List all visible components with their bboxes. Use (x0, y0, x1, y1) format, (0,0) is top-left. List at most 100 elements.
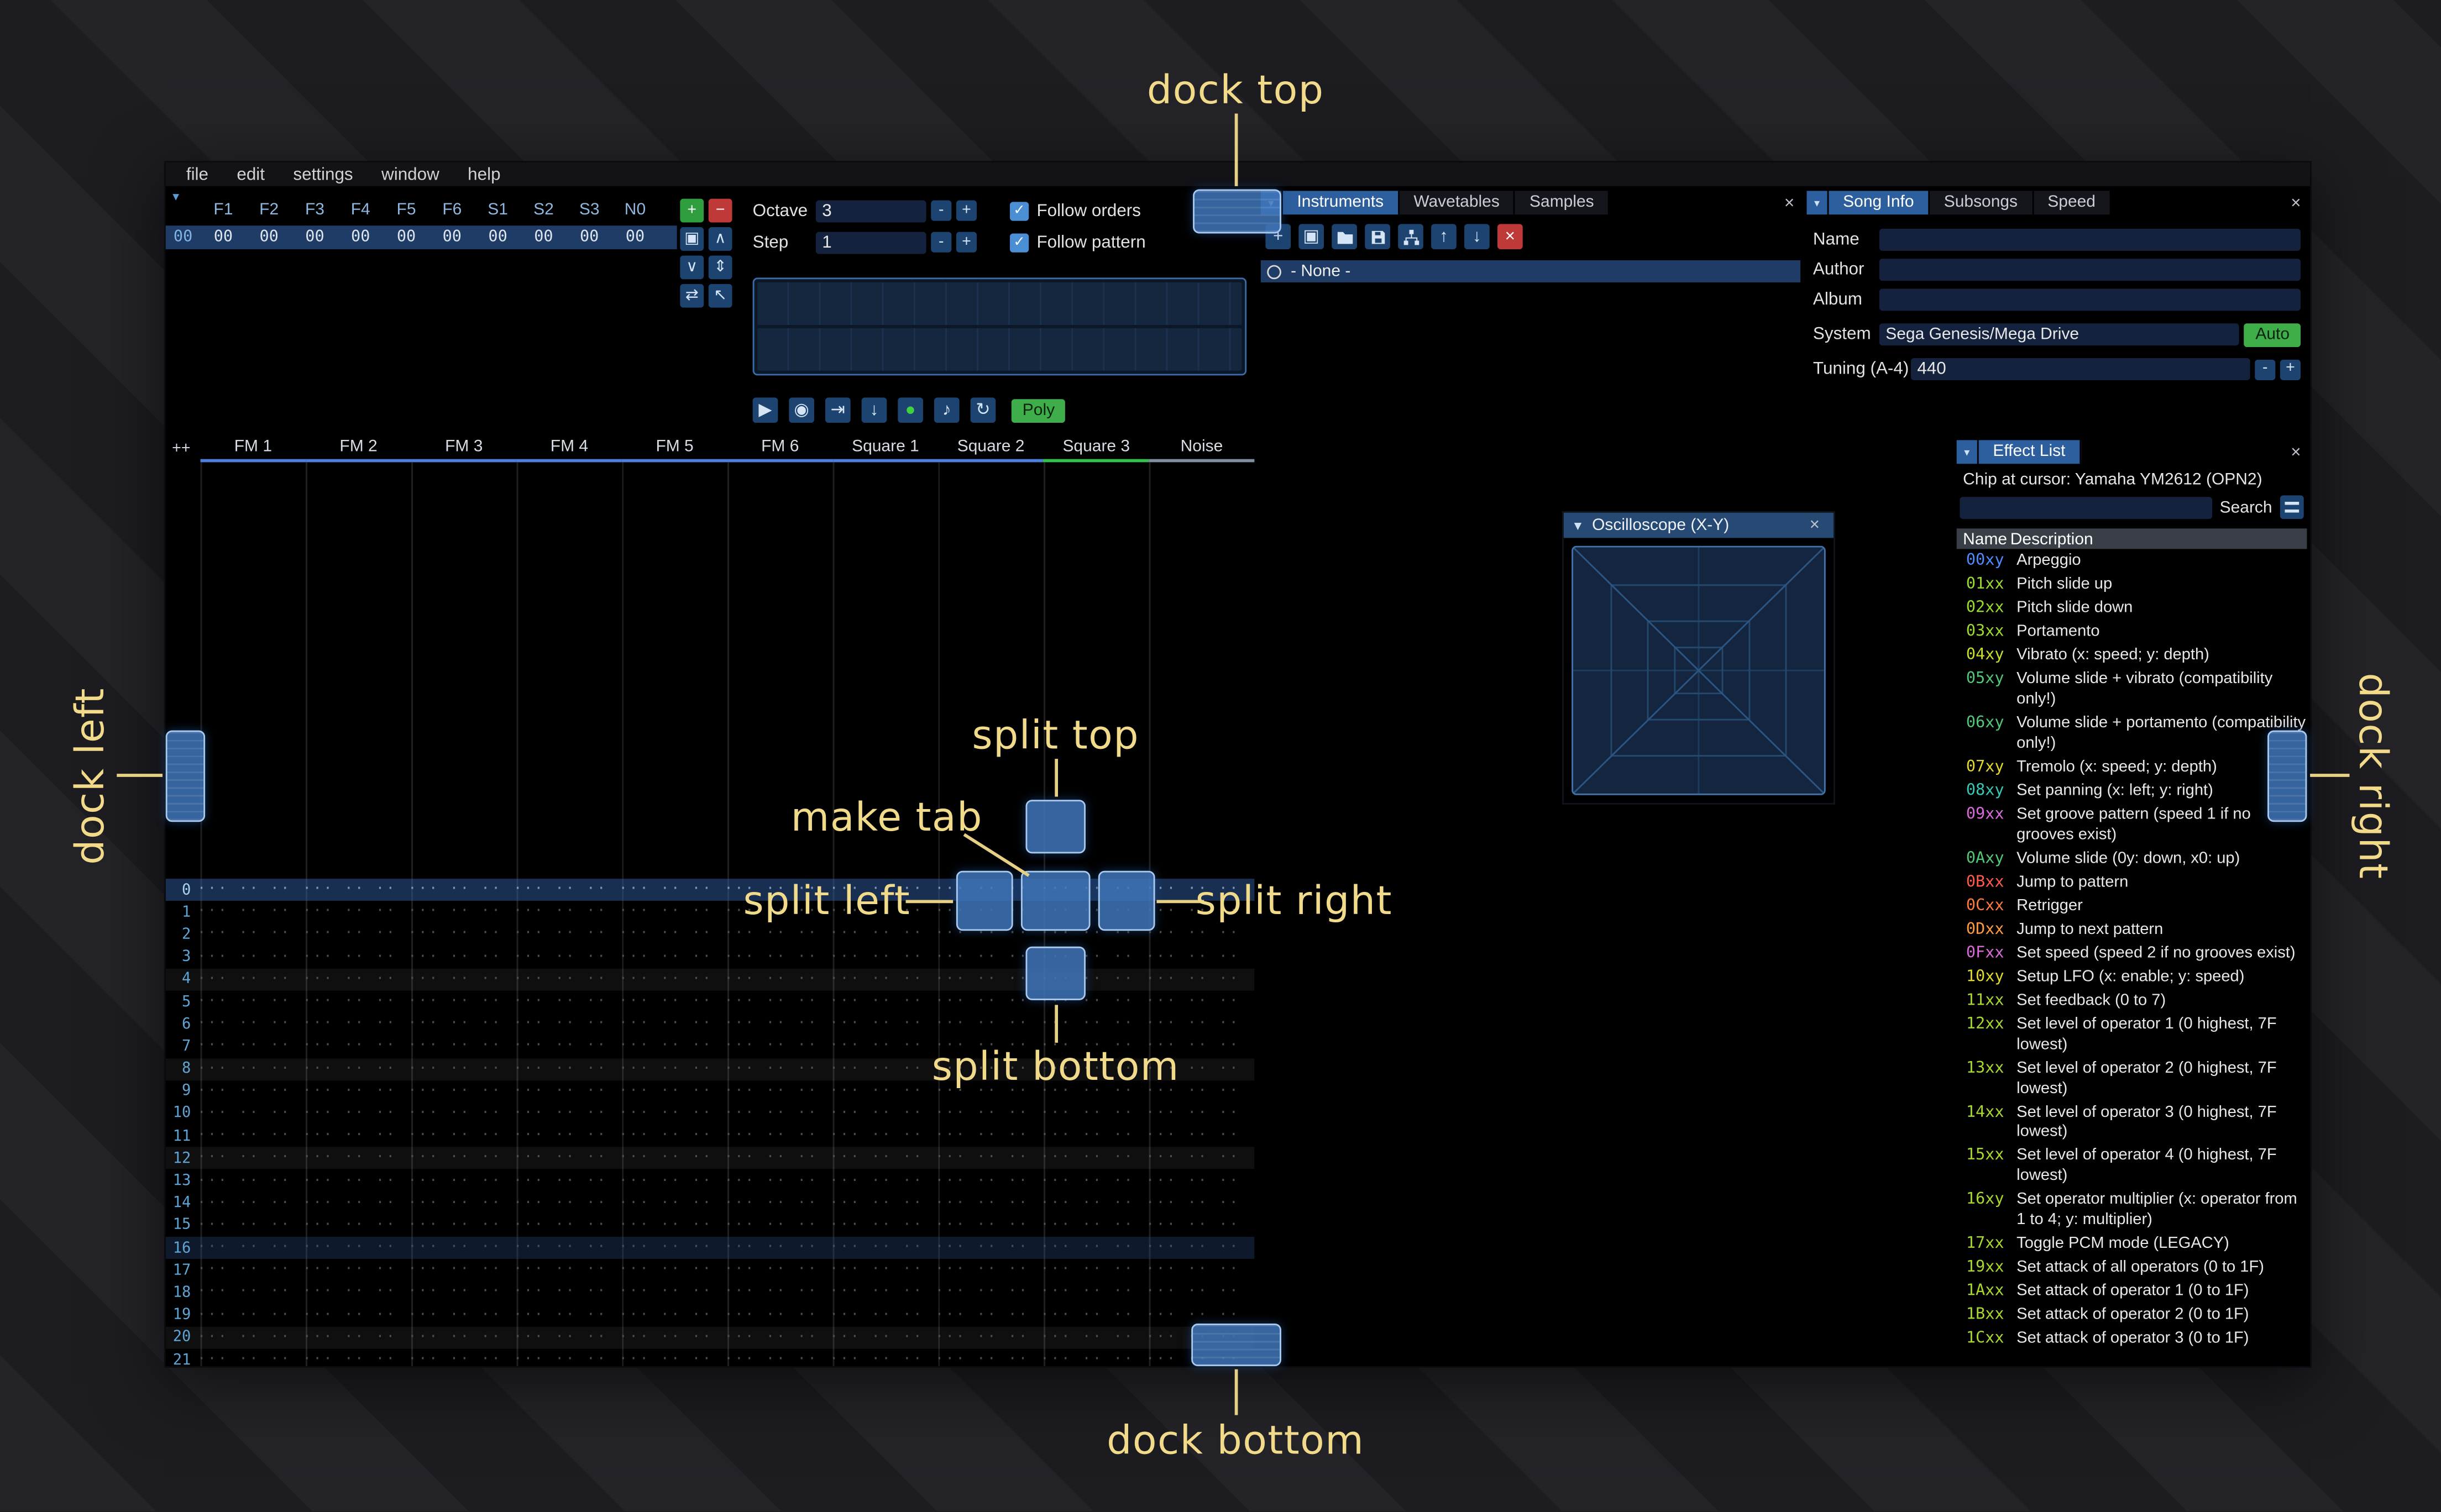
menu-window[interactable]: window (367, 165, 453, 183)
pattern-cell[interactable]: ··· ·· ·· ···· (935, 1151, 1041, 1167)
add-order-button[interactable]: + (680, 198, 704, 223)
pattern-cell[interactable]: ··· ·· ·· ···· (514, 1128, 619, 1144)
split-left-indicator[interactable] (956, 870, 1013, 931)
delete-instrument-button[interactable]: × (1497, 224, 1523, 250)
pattern-cell[interactable]: ··· ·· ·· ···· (724, 1217, 830, 1233)
pattern-cell[interactable]: ··· ·· ·· ···· (1146, 1240, 1251, 1256)
edit-toggle-button[interactable]: ● (898, 397, 923, 423)
pattern-cell[interactable]: ··· ·· ·· ···· (197, 1128, 303, 1144)
order-cell[interactable]: 00 (475, 229, 521, 246)
duplicate-instrument-button[interactable]: ▣ (1298, 224, 1324, 250)
close-instruments-icon[interactable]: × (1778, 193, 1800, 212)
pattern-row[interactable]: 2 ··· ·· ·· ··· ·· ·· ·· · · · ·· ··· · · · · · ·… (166, 923, 1255, 946)
pattern-cell[interactable]: ··· ·· ·· ···· (514, 972, 619, 988)
pattern-cell[interactable]: ··· ·· ·· ···· (724, 1038, 830, 1054)
pattern-cell[interactable]: ··· ·· ·· ···· (830, 1016, 935, 1032)
pattern-cell[interactable]: ··· ·· ·· ···· (724, 927, 830, 943)
pattern-cell[interactable]: ··· ·· ·· ···· (830, 1106, 935, 1122)
menu-file[interactable]: file (172, 165, 223, 183)
step-row-button[interactable]: ↓ (861, 397, 887, 423)
pattern-cell[interactable]: ··· ·· ·· ···· (619, 1173, 725, 1189)
pattern-row[interactable]: 16 ··· ·· ·· ··· ·· ·· ·· · · · ·· ··· · · · · · … (165, 1237, 1255, 1259)
channel-header-square-3[interactable]: Square 3 (1043, 437, 1149, 463)
pattern-cell[interactable]: ··· ·· ·· ···· (830, 994, 935, 1010)
pattern-cell[interactable]: ··· ·· ·· ···· (197, 1285, 303, 1301)
pattern-row[interactable]: 4 ··· ·· ·· ··· ·· ·· ·· · · · ·· ··· · · · · · ·… (165, 968, 1255, 991)
pattern-cell[interactable]: ··· ·· ·· ···· (408, 949, 514, 965)
dock-menu-icon[interactable]: ▾ (1956, 440, 1977, 464)
order-cell[interactable]: 00 (338, 229, 384, 246)
pattern-cell[interactable]: ··· ·· ·· ···· (197, 1352, 303, 1366)
pattern-cell[interactable]: ··· ·· ·· ···· (197, 1240, 303, 1256)
pattern-cell[interactable]: ··· ·· ·· ···· (303, 1352, 408, 1366)
move-order-up-button[interactable]: ∧ (708, 227, 732, 251)
pattern-cell[interactable]: ··· ·· ·· ···· (830, 1262, 935, 1278)
order-cell[interactable]: 00 (612, 229, 658, 246)
duplicate-order-button[interactable]: ▣ (680, 227, 704, 251)
pattern-cell[interactable]: ··· ·· ·· ···· (303, 1016, 408, 1032)
pattern-row[interactable]: 20 ··· ·· ·· ··· ·· ·· ·· · · · ·· ··· · · · · · … (165, 1326, 1255, 1349)
save-instrument-button[interactable] (1365, 224, 1390, 250)
pattern-cell[interactable]: ··· ·· ·· ···· (1040, 1262, 1146, 1278)
pattern-cell[interactable]: ··· ·· ·· ···· (514, 1016, 619, 1032)
pattern-cell[interactable]: ··· ·· ·· ···· (619, 927, 725, 943)
pattern-cell[interactable]: ··· ·· ·· ···· (514, 1106, 619, 1122)
pattern-cell[interactable]: ··· ·· ·· ···· (724, 994, 830, 1010)
auto-system-button[interactable]: Auto (2244, 322, 2301, 347)
pattern-row[interactable]: 13 ··· ·· ·· ··· ·· ·· ·· · · · ·· ··· · · · · · … (166, 1170, 1255, 1192)
close-effect-list-icon[interactable]: × (2285, 443, 2307, 461)
pattern-cell[interactable]: ··· ·· ·· ···· (197, 1016, 303, 1032)
pattern-cell[interactable]: ··· ·· ·· ···· (303, 1217, 408, 1233)
pattern-cell[interactable]: ··· ·· ·· ···· (408, 1106, 514, 1122)
pattern-cell[interactable]: ··· ·· ·· ···· (303, 1307, 408, 1323)
pattern-cell[interactable]: ··· ·· ·· ···· (197, 1262, 303, 1278)
metronome-button[interactable]: ♪ (934, 397, 960, 423)
follow-orders-checkbox[interactable]: ✓ (1009, 201, 1029, 221)
pattern-cell[interactable]: ··· ·· ·· ···· (408, 1262, 514, 1278)
pattern-cell[interactable]: ··· ·· ·· ···· (724, 1128, 830, 1144)
pattern-cell[interactable]: ··· ·· ·· ···· (619, 1083, 725, 1099)
pattern-cell[interactable]: ··· ·· ·· ···· (408, 1061, 514, 1077)
system-value[interactable]: Sega Genesis/Mega Drive (1879, 323, 2240, 346)
pattern-cell[interactable]: ··· ·· ·· ···· (197, 1083, 303, 1099)
pattern-cell[interactable]: ··· ·· ·· ···· (514, 1151, 619, 1167)
dock-right-indicator[interactable] (2267, 730, 2307, 822)
dock-bottom-indicator[interactable] (1191, 1324, 1281, 1367)
pattern-cell[interactable]: ··· ·· ·· ···· (830, 1307, 935, 1323)
song-author-input[interactable] (1879, 259, 2301, 281)
pattern-cell[interactable]: ··· ·· ·· ···· (830, 1240, 935, 1256)
effect-search-input[interactable] (1960, 496, 2212, 518)
pattern-cell[interactable]: ··· ·· ·· ···· (408, 1016, 514, 1032)
pattern-cell[interactable]: ··· ·· ·· ···· (197, 1038, 303, 1054)
pattern-cell[interactable]: ··· ·· ·· ···· (303, 1285, 408, 1301)
song-info-tab-subsongs[interactable]: Subsongs (1930, 191, 2034, 215)
pattern-cell[interactable]: ··· ·· ·· ···· (514, 1061, 619, 1077)
pattern-row[interactable]: 11 ··· ·· ·· ··· ·· ·· ·· · · · ·· ··· · · · · · … (166, 1125, 1255, 1147)
channel-header-square-2[interactable]: Square 2 (938, 437, 1044, 463)
pattern-cell[interactable]: ··· ·· ·· ···· (724, 972, 830, 988)
pattern-cell[interactable]: ··· ·· ·· ···· (303, 1061, 408, 1077)
pattern-cell[interactable]: ··· ·· ·· ···· (619, 1061, 725, 1077)
pattern-cell[interactable]: ··· ·· ·· ···· (830, 927, 935, 943)
pattern-cell[interactable]: ··· ·· ·· ···· (619, 1217, 725, 1233)
pattern-cell[interactable]: ··· ·· ·· ···· (408, 972, 514, 988)
pattern-cell[interactable]: ··· ·· ·· ···· (619, 972, 725, 988)
instrument-organizer-button[interactable] (1398, 224, 1423, 250)
play-one-row-button[interactable]: ⇥ (825, 397, 851, 423)
remove-order-button[interactable]: − (708, 198, 732, 223)
instruments-tab-instruments[interactable]: Instruments (1282, 191, 1400, 215)
pattern-cell[interactable]: ··· ·· ·· ···· (935, 1106, 1041, 1122)
pattern-cell[interactable]: ··· ·· ·· ···· (1040, 1128, 1146, 1144)
order-deep-clone-button[interactable]: ⇄ (680, 284, 704, 308)
pattern-cell[interactable]: ··· ·· ·· ···· (619, 994, 725, 1010)
pattern-cell[interactable]: ··· ·· ·· ···· (514, 904, 619, 920)
play-button[interactable]: ▶ (752, 397, 778, 423)
pattern-cell[interactable]: ··· ·· ·· ···· (619, 1240, 725, 1256)
pattern-cell[interactable]: ··· ·· ·· ···· (830, 1195, 935, 1211)
pattern-cell[interactable]: ··· ·· ·· ···· (935, 1173, 1041, 1189)
pattern-cell[interactable]: ··· ·· ·· ···· (830, 1330, 935, 1346)
pattern-row[interactable]: 21 ··· ·· ·· ··· ·· ·· ·· · · · ·· ··· · · · · · … (166, 1349, 1255, 1366)
pattern-cell[interactable]: ··· ·· ·· ···· (408, 882, 514, 898)
pattern-cell[interactable]: ··· ·· ·· ···· (935, 994, 1041, 1010)
step-input[interactable] (815, 231, 926, 254)
